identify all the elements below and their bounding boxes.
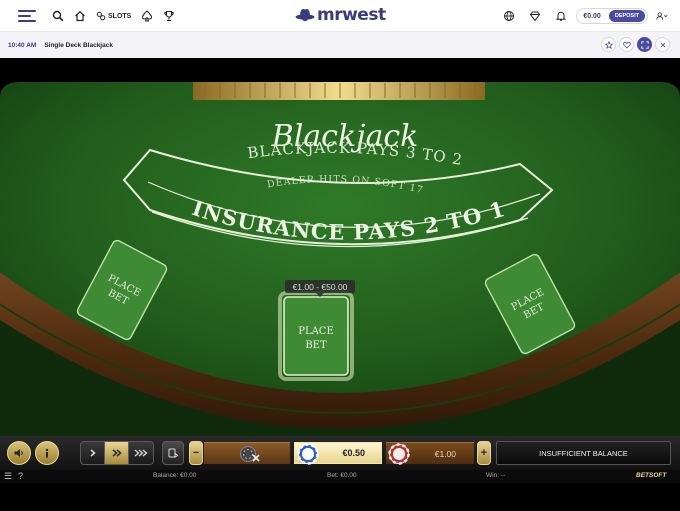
bet-spot-center[interactable]: PLACE BET	[278, 291, 354, 381]
info-icon	[45, 448, 49, 458]
chip-value-text: €0.50	[342, 448, 365, 458]
globe-icon[interactable]	[498, 5, 520, 27]
bell-icon[interactable]	[550, 5, 572, 27]
bet-text: Bet: €0.00	[327, 472, 357, 479]
deal-button[interactable]	[162, 441, 184, 465]
chip-icon-red	[388, 443, 410, 465]
game-subheader: 10:40 AM Single Deck Blackjack	[0, 32, 680, 58]
bottom-spacer	[0, 483, 680, 511]
home-icon[interactable]	[69, 5, 91, 27]
menu-lines-icon[interactable]: ☰	[4, 471, 12, 482]
balance-text: Balance: €0.00	[153, 472, 197, 479]
chip-stack-icon	[240, 446, 256, 462]
triple-chevron-icon	[134, 449, 148, 457]
balance-amount: €0.00	[583, 12, 601, 20]
sound-icon	[14, 449, 23, 457]
place-bet-label: BET	[305, 340, 327, 351]
game-status-bar: ☰ ? Balance: €0.00 Bet: €0.00 Win: -- BE…	[0, 470, 680, 483]
chip-icon-blue	[297, 443, 319, 465]
info-button[interactable]	[35, 441, 59, 465]
chip-next-button[interactable]: +	[477, 441, 491, 465]
sound-button[interactable]	[7, 441, 31, 465]
control-panel: − €0.50 €1.00 + INSUFFICIENT BALANCE	[0, 436, 680, 470]
slots-icon	[96, 11, 106, 21]
status-message: INSUFFICIENT BALANCE	[496, 441, 671, 465]
star-icon[interactable]	[601, 37, 616, 52]
provider-logo: BETSOFT	[636, 472, 667, 479]
chevron-right-icon	[90, 449, 96, 457]
plus-label: +	[480, 447, 488, 459]
wallet[interactable]: €0.00 DEPOSIT	[576, 8, 648, 24]
logo[interactable]: mrwest	[295, 5, 386, 25]
user-icon[interactable]	[652, 5, 672, 27]
speed-turbo-button[interactable]	[129, 442, 153, 464]
deal-icon	[168, 448, 179, 458]
bet-limits-text: €1.00 - €50.00	[293, 282, 348, 292]
top-bar: SLOTS mrwest €0.00 DEPOSIT	[0, 0, 680, 32]
clock-time: 10:40 AM	[8, 41, 37, 49]
speed-selector	[80, 441, 154, 465]
expand-icon[interactable]	[637, 37, 652, 52]
menu-icon[interactable]	[18, 10, 36, 22]
search-icon[interactable]	[47, 5, 69, 27]
help-button[interactable]: ?	[18, 471, 23, 481]
heart-icon[interactable]	[619, 37, 634, 52]
next-chip-value[interactable]: €1.00	[386, 442, 474, 465]
spade-icon[interactable]	[136, 5, 158, 27]
slots-label: SLOTS	[108, 12, 132, 20]
logo-text: mrwest	[317, 5, 386, 25]
win-text: Win: --	[486, 472, 506, 479]
chip-rack	[193, 82, 485, 100]
speed-fast-button[interactable]	[105, 442, 129, 464]
trophy-icon[interactable]	[158, 5, 180, 27]
cowboy-logo-icon	[295, 9, 315, 22]
speed-normal-button[interactable]	[81, 442, 105, 464]
chip-prev-button[interactable]: −	[189, 441, 203, 465]
clear-bet-area[interactable]	[204, 442, 290, 464]
game-title: Single Deck Blackjack	[44, 41, 113, 49]
blackjack-table[interactable]: Blackjack BLACKJACK PAYS 3 TO 2 DEALER H…	[0, 58, 680, 436]
double-chevron-icon	[112, 449, 122, 457]
close-icon[interactable]	[655, 37, 670, 52]
next-chip-text: €1.00	[434, 448, 456, 459]
diamond-icon[interactable]	[524, 5, 546, 27]
place-bet-label: PLACE	[298, 326, 334, 337]
minus-label: −	[192, 447, 200, 459]
slots-link[interactable]: SLOTS	[96, 11, 131, 21]
selected-chip-value[interactable]: €0.50	[294, 442, 382, 465]
deposit-button[interactable]: DEPOSIT	[608, 10, 645, 22]
